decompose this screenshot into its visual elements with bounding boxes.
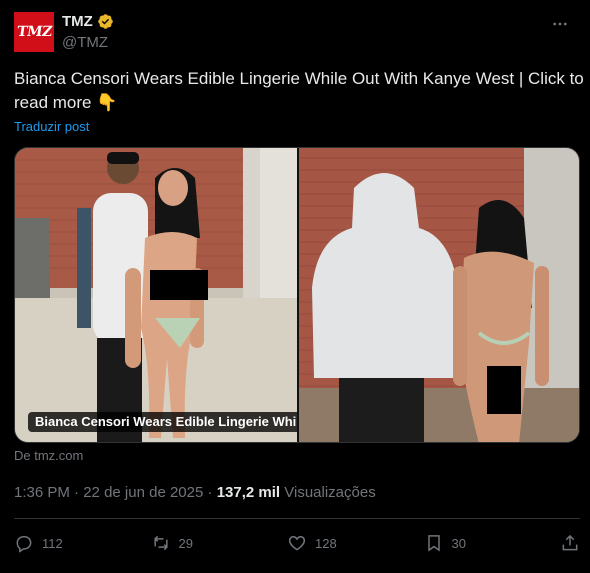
bookmark-button[interactable]: 30 <box>424 533 474 553</box>
bookmark-count: 30 <box>451 535 466 551</box>
avatar[interactable]: TMZ <box>14 12 54 52</box>
photo-right-image <box>299 148 579 442</box>
photo-right <box>299 148 579 442</box>
views-count: 137,2 mil <box>216 484 281 501</box>
views-label: Visualizações <box>284 484 376 501</box>
link-source[interactable]: De tmz.com <box>14 448 83 463</box>
tweet-meta: 1:36 PM · 22 de jun de 2025 · 137,2 mil … <box>14 484 376 501</box>
photo-left-image <box>15 148 297 442</box>
tweet-header: TMZ TMZ @TMZ <box>14 12 576 54</box>
action-bar: 112 29 128 30 <box>14 529 580 557</box>
more-icon <box>553 22 567 26</box>
author-names: TMZ @TMZ <box>62 12 114 52</box>
meta-separator: · <box>207 484 213 501</box>
repost-button[interactable]: 29 <box>151 533 201 553</box>
share-button[interactable] <box>560 533 580 553</box>
author-display-name[interactable]: TMZ <box>62 12 93 31</box>
photo-left: Bianca Censori Wears Edible Lingerie Whi… <box>15 148 297 442</box>
reply-button[interactable]: 112 <box>14 533 64 553</box>
meta-separator: · <box>74 484 80 501</box>
tweet-text: Bianca Censori Wears Edible Lingerie Whi… <box>14 69 584 112</box>
like-icon <box>288 535 306 551</box>
verified-badge-icon[interactable] <box>97 13 114 30</box>
bookmark-icon <box>427 535 440 552</box>
like-button[interactable]: 128 <box>287 533 337 553</box>
author-handle[interactable]: @TMZ <box>62 33 114 52</box>
reply-icon <box>16 536 32 553</box>
link-card-media[interactable]: Bianca Censori Wears Edible Lingerie Whi… <box>14 147 580 443</box>
media-caption: Bianca Censori Wears Edible Lingerie Whi… <box>28 412 297 432</box>
tweet: TMZ TMZ @TMZ Bianca Censori Wears Edible… <box>0 0 590 573</box>
repost-icon <box>153 535 168 551</box>
avatar-logo-text: TMZ <box>15 24 53 40</box>
translate-post-link[interactable]: Traduzir post <box>14 119 89 134</box>
tweet-time[interactable]: 1:36 PM <box>14 484 70 501</box>
reply-count: 112 <box>42 535 63 551</box>
divider <box>14 518 580 519</box>
repost-count: 29 <box>178 535 193 551</box>
more-options-button[interactable] <box>550 14 570 34</box>
author-name-row: TMZ <box>62 12 114 31</box>
tweet-date[interactable]: 22 de jun de 2025 <box>83 484 203 501</box>
like-count: 128 <box>315 535 337 551</box>
share-icon <box>562 534 578 551</box>
